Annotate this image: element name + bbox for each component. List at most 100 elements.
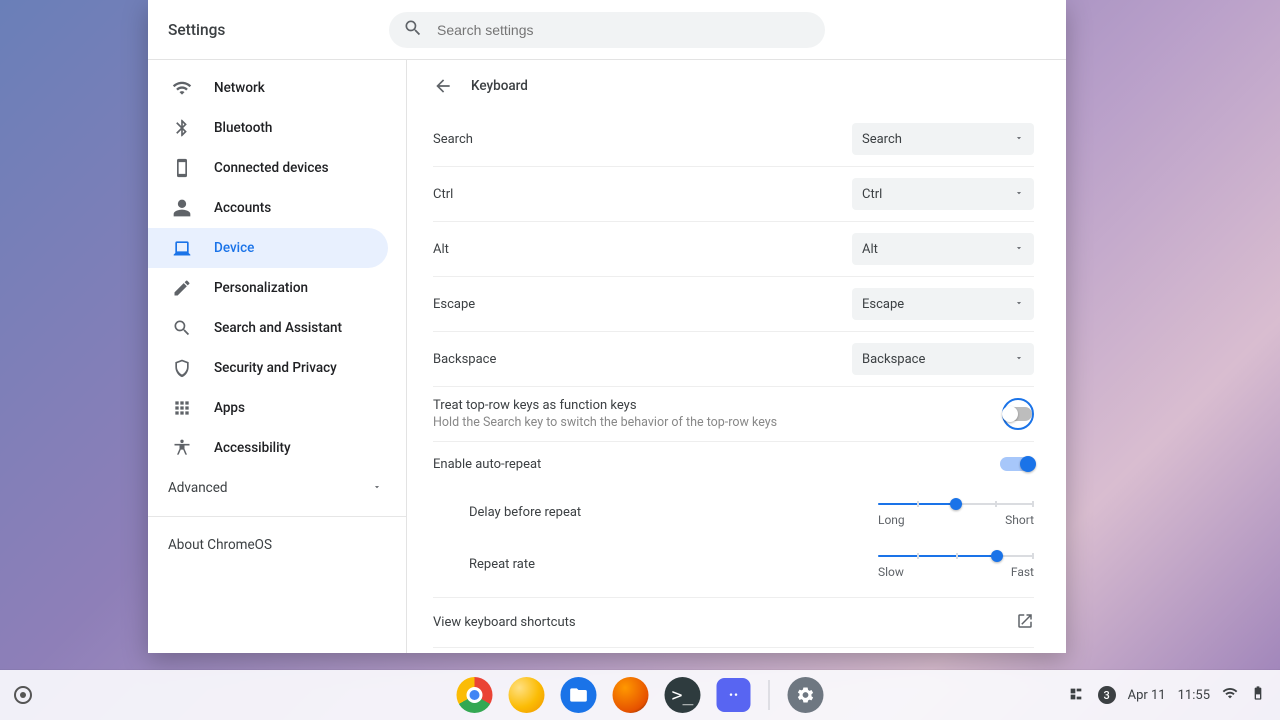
bluetooth-icon: [172, 118, 192, 138]
content-area: Keyboard Search Search Ctrl Ctrl Alt: [407, 60, 1066, 653]
select-value: Escape: [862, 297, 904, 312]
settings-app-icon[interactable]: [788, 677, 824, 713]
row-label: Ctrl: [433, 187, 453, 202]
sidebar-item-accessibility[interactable]: Accessibility: [148, 428, 388, 468]
sidebar-item-connected-devices[interactable]: Connected devices: [148, 148, 388, 188]
terminal-icon[interactable]: >_: [665, 677, 701, 713]
delay-slider[interactable]: Long Short: [878, 497, 1034, 527]
row-label: Search: [433, 132, 473, 147]
row-label: Alt: [433, 242, 449, 257]
status-area[interactable]: 3 Apr 11 11:55: [1068, 685, 1266, 705]
sidebar-item-label: Accessibility: [214, 440, 291, 456]
row-delay: Delay before repeat Long Short: [433, 486, 1034, 538]
wifi-icon: [172, 78, 192, 98]
chevron-down-icon: [1014, 297, 1024, 312]
search-icon: [403, 18, 423, 42]
backspace-key-select[interactable]: Backspace: [852, 343, 1034, 375]
sidebar: Network Bluetooth Connected devices Acco…: [148, 60, 407, 653]
row-alt-key: Alt Alt: [433, 222, 1034, 277]
holding-space-icon[interactable]: [1068, 686, 1086, 704]
sidebar-about[interactable]: About ChromeOS: [148, 525, 406, 565]
chevron-down-icon: [372, 480, 382, 496]
autorepeat-toggle[interactable]: [1000, 457, 1034, 471]
phone-icon: [172, 158, 192, 178]
about-label: About ChromeOS: [168, 537, 272, 553]
row-change-input[interactable]: Change input settings: [433, 647, 1034, 653]
sidebar-item-label: Network: [214, 80, 265, 96]
notification-badge[interactable]: 3: [1098, 686, 1116, 704]
person-icon: [172, 198, 192, 218]
row-sublabel: Hold the Search key to switch the behavi…: [433, 415, 777, 430]
search-field[interactable]: [389, 12, 825, 48]
sidebar-advanced[interactable]: Advanced: [148, 468, 406, 508]
row-label: Enable auto-repeat: [433, 457, 541, 472]
chevron-down-icon: [1014, 242, 1024, 257]
search-input[interactable]: [437, 22, 811, 38]
page-header: Keyboard: [433, 60, 1034, 112]
row-ctrl-key: Ctrl Ctrl: [433, 167, 1034, 222]
sidebar-item-security-privacy[interactable]: Security and Privacy: [148, 348, 388, 388]
firefox-icon[interactable]: [613, 677, 649, 713]
shelf: >_ 3 Apr 11 11:55: [0, 670, 1280, 720]
back-button[interactable]: [433, 76, 453, 96]
row-backspace-key: Backspace Backspace: [433, 332, 1034, 387]
row-view-shortcuts[interactable]: View keyboard shortcuts: [433, 597, 1034, 647]
laptop-icon: [172, 238, 192, 258]
apps-icon: [172, 398, 192, 418]
chrome-canary-icon[interactable]: [509, 677, 545, 713]
battery-status-icon: [1250, 685, 1266, 705]
window-header: Settings: [148, 0, 1066, 60]
search-key-select[interactable]: Search: [852, 123, 1034, 155]
advanced-label: Advanced: [168, 480, 228, 496]
row-toprow-function: Treat top-row keys as function keys Hold…: [433, 387, 1034, 442]
sidebar-item-device[interactable]: Device: [148, 228, 388, 268]
chevron-down-icon: [1014, 132, 1024, 147]
app-title: Settings: [168, 21, 225, 39]
select-value: Search: [862, 132, 902, 147]
wifi-status-icon: [1222, 685, 1238, 705]
escape-key-select[interactable]: Escape: [852, 288, 1034, 320]
alt-key-select[interactable]: Alt: [852, 233, 1034, 265]
status-time: 11:55: [1178, 688, 1210, 703]
select-value: Backspace: [862, 352, 925, 367]
toggle-focus-ring: [1002, 398, 1034, 430]
status-date: Apr 11: [1128, 688, 1166, 703]
row-label: View keyboard shortcuts: [433, 615, 576, 630]
sidebar-item-network[interactable]: Network: [148, 68, 388, 108]
sidebar-item-label: Search and Assistant: [214, 320, 342, 336]
sidebar-item-search-assistant[interactable]: Search and Assistant: [148, 308, 388, 348]
files-icon[interactable]: [561, 677, 597, 713]
search-icon: [172, 318, 192, 338]
sidebar-item-bluetooth[interactable]: Bluetooth: [148, 108, 388, 148]
rate-slider[interactable]: Slow Fast: [878, 549, 1034, 579]
open-external-icon: [1016, 612, 1034, 634]
settings-window: Settings Network Bluetooth Connected dev…: [148, 0, 1066, 653]
sidebar-item-label: Connected devices: [214, 160, 329, 176]
chevron-down-icon: [1014, 187, 1024, 202]
ctrl-key-select[interactable]: Ctrl: [852, 178, 1034, 210]
toprow-toggle[interactable]: [1004, 407, 1032, 421]
row-label: Delay before repeat: [469, 505, 581, 520]
sidebar-item-label: Personalization: [214, 280, 308, 296]
sidebar-divider: [148, 516, 406, 517]
sidebar-item-accounts[interactable]: Accounts: [148, 188, 388, 228]
slider-label-right: Fast: [1011, 565, 1034, 579]
row-label: Backspace: [433, 352, 496, 367]
shield-icon: [172, 358, 192, 378]
shelf-separator: [769, 680, 770, 710]
shelf-apps: >_: [457, 677, 824, 713]
sidebar-item-personalization[interactable]: Personalization: [148, 268, 388, 308]
page-title: Keyboard: [471, 78, 528, 94]
row-rate: Repeat rate Slow Fast: [433, 538, 1034, 597]
sidebar-item-apps[interactable]: Apps: [148, 388, 388, 428]
chevron-down-icon: [1014, 352, 1024, 367]
sidebar-item-label: Bluetooth: [214, 120, 272, 136]
window-body: Network Bluetooth Connected devices Acco…: [148, 60, 1066, 653]
chrome-icon[interactable]: [457, 677, 493, 713]
discord-icon[interactable]: [717, 678, 751, 712]
row-search-key: Search Search: [433, 112, 1034, 167]
slider-label-left: Long: [878, 513, 905, 527]
row-label: Repeat rate: [469, 557, 535, 572]
edit-icon: [172, 278, 192, 298]
launcher-button[interactable]: [14, 686, 32, 704]
